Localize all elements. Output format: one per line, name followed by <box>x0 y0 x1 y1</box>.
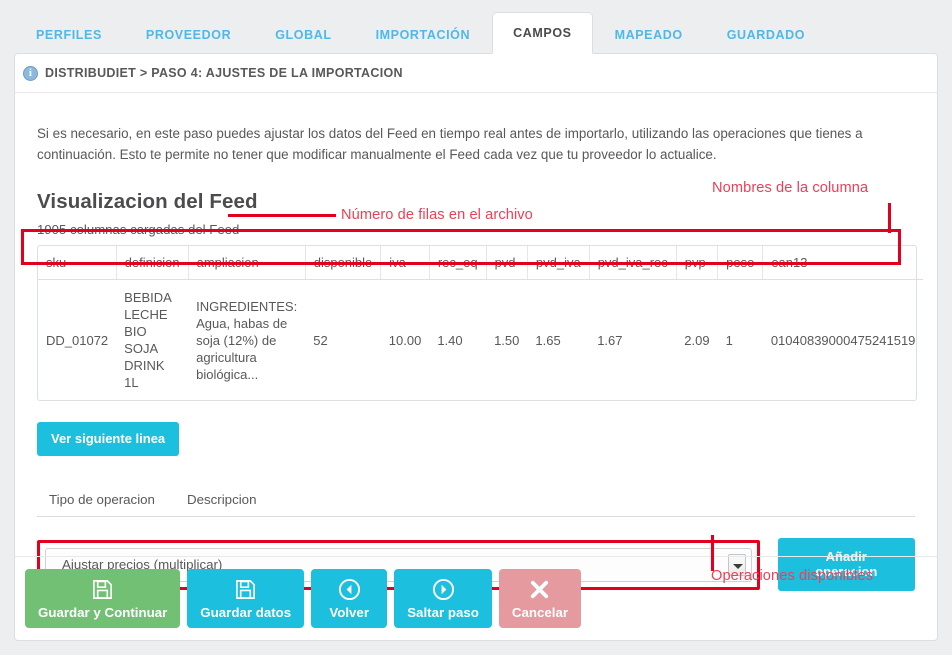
breadcrumb: i DISTRIBUDIET > PASO 4: AJUSTES DE LA I… <box>15 54 937 93</box>
row-count-text: 1905 columnas cargadas del Feed <box>37 222 240 238</box>
operations-col-type: Tipo de operacion <box>49 492 155 508</box>
tab-importacion[interactable]: IMPORTACIÓN <box>354 16 493 54</box>
feed-table: sku definicion ampliacion disponible iva… <box>38 246 924 401</box>
column-header-rec-eq: rec_eq <box>429 246 487 281</box>
skip-step-label: Saltar paso <box>407 605 479 620</box>
feed-table-wrapper: sku definicion ampliacion disponible iva… <box>37 245 924 402</box>
cell-iva: 10.00 <box>388 332 422 348</box>
intro-paragraph: Si es necesario, en este paso puedes aju… <box>37 126 863 163</box>
column-header-ean13: ean13 <box>762 246 924 281</box>
tab-mapeado[interactable]: MAPEADO <box>593 16 705 54</box>
annotation-leader-operations <box>711 535 714 571</box>
cell-ean13: 01040839000475241519 <box>770 332 916 348</box>
table-row: DD_01072 BEBIDA LECHE BIO SOJA DRINK 1L … <box>38 280 923 401</box>
save-and-continue-label: Guardar y Continuar <box>38 605 168 620</box>
page-root: PERFILES PROVEEDOR GLOBAL IMPORTACIÓN CA… <box>0 0 952 655</box>
save-data-label: Guardar datos <box>200 605 292 620</box>
cell-pvd: 1.50 <box>494 332 520 348</box>
cancel-label: Cancelar <box>511 605 569 620</box>
cell-ampliacion: INGREDIENTES: Agua, habas de soja (12%) … <box>196 298 298 382</box>
column-header-peso: peso <box>717 246 764 281</box>
cell-pvp: 2.09 <box>684 332 710 348</box>
feed-table-body: DD_01072 BEBIDA LECHE BIO SOJA DRINK 1L … <box>38 280 923 401</box>
column-header-pvd-iva-rec: pvd_iva_rec <box>589 246 677 281</box>
save-data-button[interactable]: Guardar datos <box>187 569 305 628</box>
operations-header: Tipo de operacion Descripcion <box>37 492 915 518</box>
tab-guardado[interactable]: GUARDADO <box>705 16 827 54</box>
tab-proveedor[interactable]: PROVEEDOR <box>124 16 253 54</box>
cell-pvd-iva: 1.65 <box>535 332 561 348</box>
column-header-definicion: definicion <box>116 246 189 281</box>
annotation-available-operations: Operaciones disponibles <box>711 568 874 584</box>
next-line-row: Ver siguiente linea <box>37 422 915 457</box>
annotation-row-number: Número de filas en el archivo <box>341 207 533 223</box>
card-body: Si es necesario, en este paso puedes aju… <box>15 93 937 592</box>
arrow-left-circle-icon <box>338 578 361 601</box>
back-label: Volver <box>329 605 370 620</box>
table-header-row: sku definicion ampliacion disponible iva… <box>38 246 924 281</box>
arrow-right-circle-icon <box>432 578 455 601</box>
save-and-continue-button[interactable]: Guardar y Continuar <box>25 569 181 628</box>
breadcrumb-text: DISTRIBUDIET > PASO 4: AJUSTES DE LA IMP… <box>45 66 403 80</box>
column-header-iva: iva <box>380 246 430 281</box>
cell-sku: DD_01072 <box>46 332 109 348</box>
column-header-sku: sku <box>38 246 117 281</box>
content-card: i DISTRIBUDIET > PASO 4: AJUSTES DE LA I… <box>14 53 938 641</box>
floppy-disk-icon <box>91 578 114 601</box>
tab-global[interactable]: GLOBAL <box>253 16 353 54</box>
floppy-disk-icon <box>234 578 257 601</box>
info-circle-icon: i <box>23 65 38 81</box>
column-header-pvp: pvp <box>676 246 719 281</box>
skip-step-button[interactable]: Saltar paso <box>394 569 492 628</box>
view-next-line-button[interactable]: Ver siguiente linea <box>37 422 180 457</box>
cell-disponible: 52 <box>313 332 328 348</box>
operations-col-description: Descripcion <box>187 492 257 508</box>
column-header-pvd: pvd <box>486 246 528 281</box>
cancel-button[interactable]: Cancelar <box>498 569 582 628</box>
column-header-ampliacion: ampliacion <box>188 246 306 281</box>
column-header-pvd-iva: pvd_iva <box>527 246 590 281</box>
cell-pvd-iva-rec: 1.67 <box>597 332 623 348</box>
cell-definicion: BEBIDA LECHE BIO SOJA DRINK 1L <box>124 290 172 391</box>
tab-campos[interactable]: CAMPOS <box>492 12 593 54</box>
cross-x-icon <box>528 578 551 601</box>
cell-peso: 1 <box>725 332 733 348</box>
annotation-leader-column-names <box>888 203 891 233</box>
annotation-column-names: Nombres de la columna <box>712 180 869 196</box>
annotation-leader-row-count <box>228 214 336 217</box>
column-header-disponible: disponible <box>305 246 382 281</box>
tab-perfiles[interactable]: PERFILES <box>14 16 124 54</box>
feed-table-head: sku definicion ampliacion disponible iva… <box>38 246 924 281</box>
tab-bar: PERFILES PROVEEDOR GLOBAL IMPORTACIÓN CA… <box>0 0 952 54</box>
cell-rec-eq: 1.40 <box>437 332 463 348</box>
back-button[interactable]: Volver <box>311 569 388 628</box>
